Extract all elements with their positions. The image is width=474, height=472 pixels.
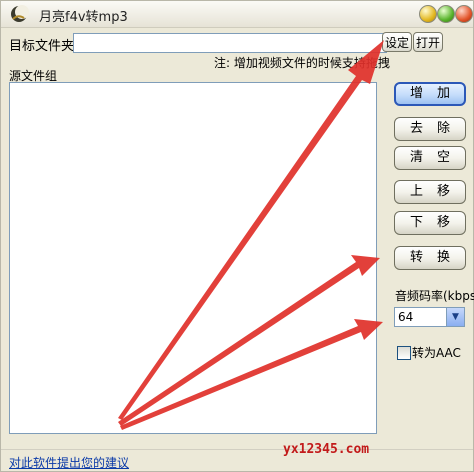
bitrate-select[interactable]: 64 ▼: [394, 307, 465, 327]
window-title: 月亮f4v转mp3: [39, 10, 128, 25]
app-window: 月亮f4v转mp3 目标文件夹 设定 打开 注: 增加视频文件的时候支持拖拽 源…: [0, 0, 474, 472]
bitrate-value: 64: [398, 310, 414, 324]
source-file-list[interactable]: [9, 82, 377, 434]
title-bar[interactable]: 月亮f4v转mp3: [1, 1, 473, 28]
target-folder-input[interactable]: [73, 33, 387, 53]
convert-button[interactable]: 转换: [394, 246, 466, 270]
drag-drop-note: 注: 增加视频文件的时候支持拖拽: [214, 56, 390, 70]
maximize-button[interactable]: [437, 5, 455, 23]
minimize-button[interactable]: [419, 5, 437, 23]
moon-app-icon: [11, 5, 29, 22]
aac-label: 转为AAC: [412, 346, 461, 360]
bitrate-label: 音频码率(kbps): [395, 289, 474, 303]
add-button[interactable]: 增加: [394, 82, 466, 106]
watermark: yx12345.com: [283, 442, 370, 457]
aac-checkbox[interactable]: [397, 346, 411, 360]
remove-button[interactable]: 去除: [394, 117, 466, 141]
feedback-link[interactable]: 对此软件提出您的建议: [9, 454, 129, 471]
clear-button[interactable]: 清空: [394, 146, 466, 170]
move-down-button[interactable]: 下移: [394, 211, 466, 235]
close-button[interactable]: [455, 5, 473, 23]
open-folder-button[interactable]: 打开: [413, 32, 443, 52]
target-folder-label: 目标文件夹: [9, 39, 75, 54]
set-folder-button[interactable]: 设定: [382, 32, 412, 52]
chevron-down-icon[interactable]: ▼: [446, 308, 464, 326]
move-up-button[interactable]: 上移: [394, 180, 466, 204]
